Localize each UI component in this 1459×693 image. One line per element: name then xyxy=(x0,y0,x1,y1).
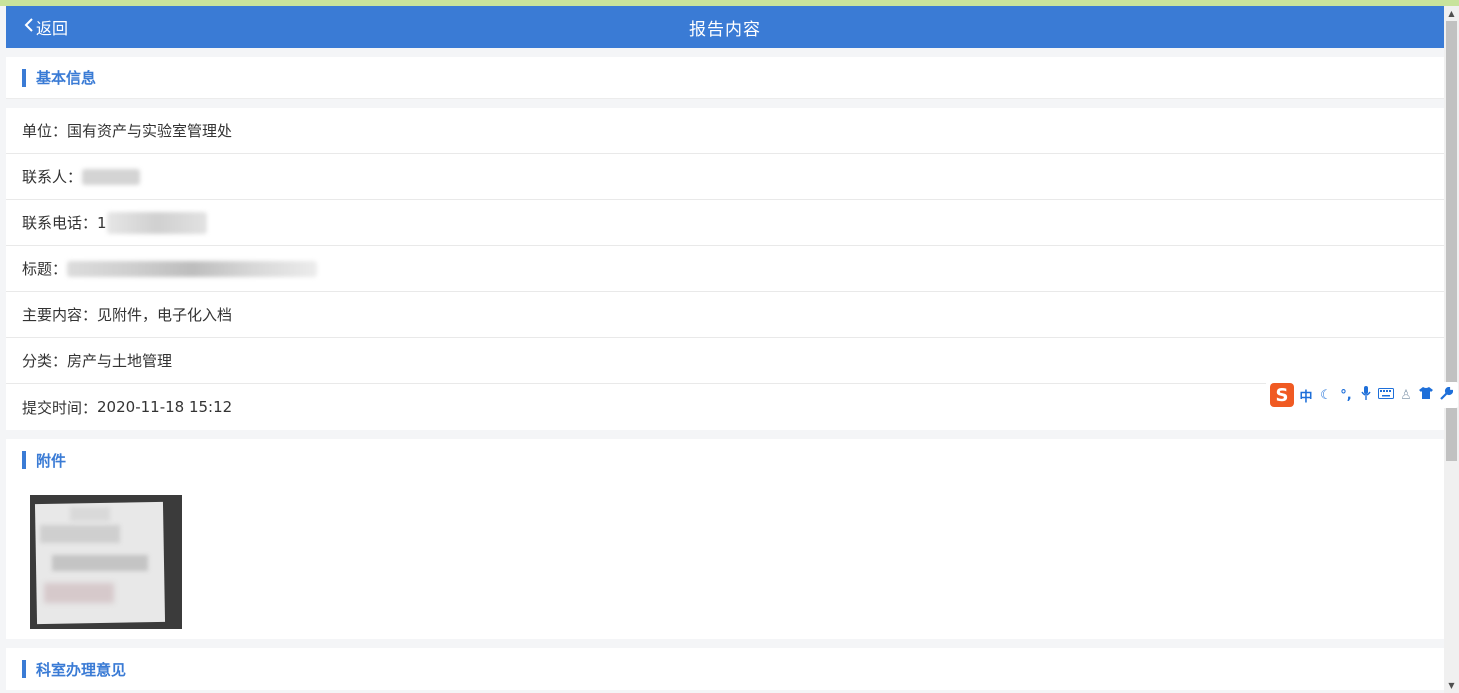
opinion-section: 科室办理意见 xyxy=(6,648,1444,690)
section-marker xyxy=(22,660,26,678)
attachment-list xyxy=(6,481,1444,639)
row-label: 提交时间： xyxy=(22,398,98,417)
attachments-header: 附件 xyxy=(6,439,1444,481)
section-marker xyxy=(22,68,26,87)
shirt-icon[interactable] xyxy=(1418,387,1434,403)
attachments-section: 附件 xyxy=(6,439,1444,639)
thumbnail-blur xyxy=(52,555,148,571)
redacted-contact-name xyxy=(82,168,141,185)
basic-info-header: 基本信息 xyxy=(6,57,1444,99)
thumbnail-blur xyxy=(40,525,120,543)
attachment-thumbnail[interactable] xyxy=(30,495,182,629)
app-header: 返回 报告内容 xyxy=(6,6,1444,48)
row-value: 国有资产与实验室管理处 xyxy=(67,122,233,140)
basic-info-section: 基本信息 xyxy=(6,57,1444,99)
row-value: 2020-11-18 15:12 xyxy=(97,398,233,416)
microphone-icon[interactable] xyxy=(1358,386,1374,404)
row-label: 单位： xyxy=(22,122,68,140)
chinese-mode-button[interactable]: 中 xyxy=(1298,386,1314,405)
redacted-phone xyxy=(106,211,207,234)
row-value: 1 xyxy=(97,213,107,232)
row-title: 标题： xyxy=(6,246,1444,292)
redacted-title xyxy=(67,260,318,277)
row-value: 房产与土地管理 xyxy=(67,352,173,370)
wrench-icon[interactable] xyxy=(1438,386,1454,404)
row-submit-time: 提交时间： 2020-11-18 15:12 xyxy=(6,384,1444,430)
row-contact: 联系人： xyxy=(6,154,1444,200)
section-marker xyxy=(22,451,26,469)
punctuation-icon[interactable]: °, xyxy=(1338,388,1354,403)
basic-info-title: 基本信息 xyxy=(36,69,97,87)
thumbnail-blur xyxy=(70,507,110,521)
opinion-header: 科室办理意见 xyxy=(6,648,1444,690)
vertical-scrollbar[interactable]: ▲ ▼ xyxy=(1444,6,1459,693)
row-label: 分类： xyxy=(22,352,68,370)
opinion-title: 科室办理意见 xyxy=(36,660,127,679)
page-title: 报告内容 xyxy=(689,19,761,40)
moon-icon[interactable]: ☾ xyxy=(1318,388,1334,403)
row-label: 联系人： xyxy=(22,168,83,186)
chevron-left-icon xyxy=(24,17,34,37)
back-button[interactable]: 返回 xyxy=(24,6,68,48)
row-label: 主要内容： xyxy=(22,306,98,324)
basic-info-rows: 单位： 国有资产与实验室管理处 联系人： 联系电话： 1 标题： 主要内容： 见… xyxy=(6,108,1444,430)
row-phone: 联系电话： 1 xyxy=(6,200,1444,246)
row-label: 联系电话： xyxy=(22,214,98,232)
page-viewport: 返回 报告内容 基本信息 单位： 国有资产与实验室管理处 联系人： 联系电话： … xyxy=(6,6,1444,693)
row-value: 见附件，电子化入档 xyxy=(97,306,233,324)
scroll-down-icon[interactable]: ▼ xyxy=(1444,678,1459,693)
row-content: 主要内容： 见附件，电子化入档 xyxy=(6,292,1444,338)
back-label: 返回 xyxy=(36,19,69,38)
row-category: 分类： 房产与土地管理 xyxy=(6,338,1444,384)
attachments-title: 附件 xyxy=(36,451,67,470)
scroll-up-icon[interactable]: ▲ xyxy=(1444,6,1459,21)
row-label: 标题： xyxy=(22,260,68,278)
user-icon[interactable]: ♙ xyxy=(1398,388,1414,403)
ime-toolbar: S 中 ☾ °, ♙ xyxy=(1266,382,1458,408)
row-unit: 单位： 国有资产与实验室管理处 xyxy=(6,108,1444,154)
sogou-logo-icon[interactable]: S xyxy=(1270,383,1294,407)
keyboard-icon[interactable] xyxy=(1378,387,1394,403)
thumbnail-blur xyxy=(44,583,114,603)
